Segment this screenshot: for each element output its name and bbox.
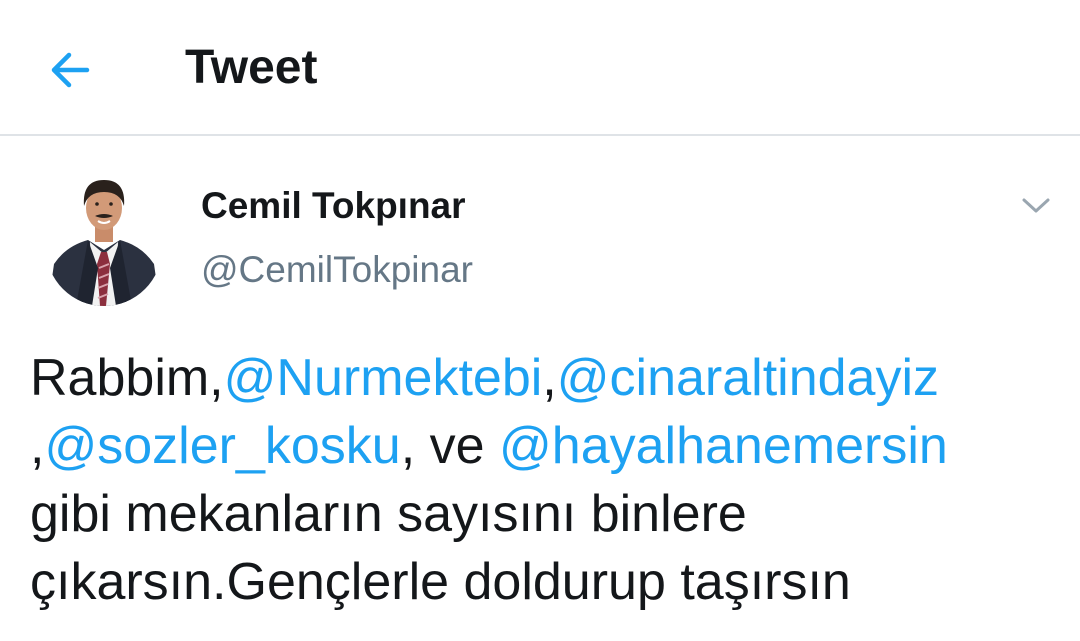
tweet-text-segment: , bbox=[30, 417, 45, 475]
tweet-detail-screen: Tweet Cemil Tokpınar @CemilTokpinar Rabb… bbox=[0, 0, 1080, 641]
tweet-line-2: ,@sozler_kosku, ve @hayalhanemersin bbox=[30, 412, 1070, 480]
author-handle[interactable]: @CemilTokpinar bbox=[201, 245, 473, 295]
page-title: Tweet bbox=[185, 41, 318, 94]
chevron-down-icon bbox=[1022, 198, 1050, 213]
avatar-photo bbox=[46, 180, 162, 306]
top-app-bar: Tweet bbox=[0, 0, 1080, 136]
arrow-left-icon bbox=[51, 52, 90, 88]
tweet-text-segment: , ve bbox=[400, 417, 499, 475]
tweet-line-4: çıkarsın.Gençlerle doldurup taşırsın bbox=[30, 553, 851, 611]
tweet-text: Rabbim,@Nurmektebi,@cinaraltindayiz ,@so… bbox=[30, 344, 1070, 616]
mention-link[interactable]: @cinaraltindayiz bbox=[557, 349, 939, 407]
tweet-text-segment: , bbox=[542, 349, 557, 407]
tweet-text-segment: Rabbim, bbox=[30, 349, 224, 407]
mention-link[interactable]: @hayalhanemersin bbox=[499, 417, 948, 475]
tweet-line-1: Rabbim,@Nurmektebi,@cinaraltindayiz bbox=[30, 344, 1070, 412]
author-name[interactable]: Cemil Tokpınar bbox=[201, 182, 466, 230]
mention-link[interactable]: @sozler_kosku bbox=[44, 417, 400, 475]
back-button[interactable] bbox=[40, 40, 100, 100]
tweet-line-3: gibi mekanların sayısını binlere bbox=[30, 485, 747, 543]
avatar[interactable] bbox=[46, 172, 162, 306]
mention-link[interactable]: @Nurmektebi bbox=[224, 349, 543, 407]
tweet-menu-button[interactable] bbox=[1012, 186, 1060, 226]
